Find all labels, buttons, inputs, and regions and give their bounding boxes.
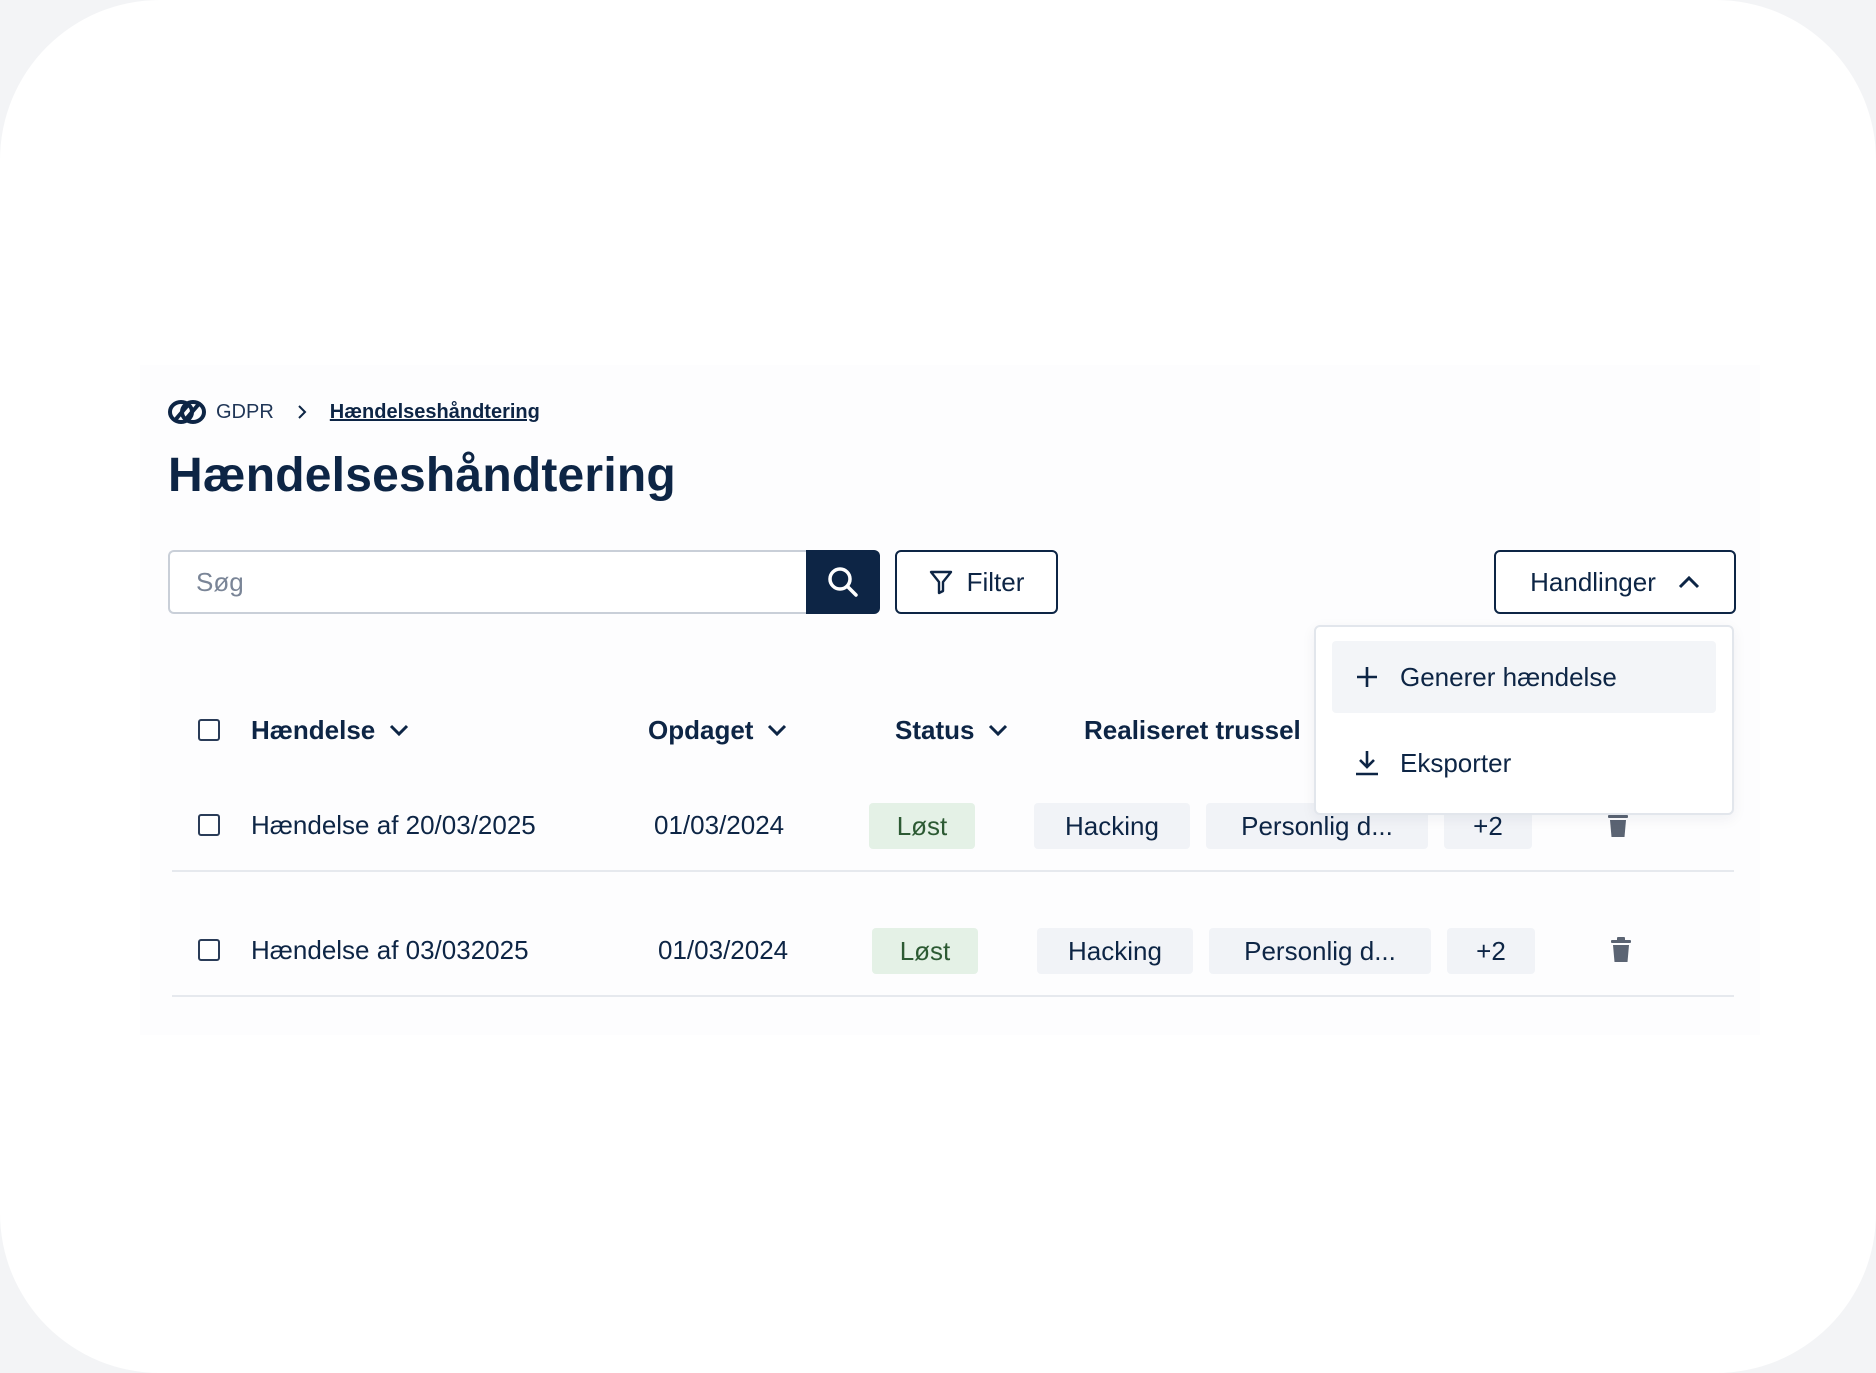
search-input[interactable] [168,550,806,614]
search-icon [826,565,860,599]
gdpr-logo-icon [168,399,206,425]
menu-item-generate-incident[interactable]: Generer hændelse [1332,641,1716,713]
incident-name[interactable]: Hændelse af 20/03/2025 [251,780,536,870]
trash-icon[interactable] [1607,812,1629,838]
select-all-checkbox[interactable] [198,719,220,741]
filter-button[interactable]: Filter [895,550,1058,614]
column-header-opdaget[interactable]: Opdaget [648,700,787,760]
column-header-haendelse[interactable]: Hændelse [251,700,409,760]
row-checkbox[interactable] [198,939,220,961]
status-badge: Løst [872,928,978,974]
more-threats-chip[interactable]: +2 [1447,928,1535,974]
breadcrumb-root-link[interactable]: GDPR [216,401,274,424]
threat-chip: Hacking [1037,928,1193,974]
column-header-status[interactable]: Status [895,700,1008,760]
breadcrumb: GDPR Hændelseshåndtering [168,398,540,426]
actions-dropdown-menu: Generer hændelse Eksporter [1314,625,1734,815]
row-checkbox[interactable] [198,814,220,836]
actions-button-label: Handlinger [1530,566,1656,597]
page-title: Hændelseshåndtering [168,449,676,502]
threat-chip: Hacking [1034,803,1190,849]
funnel-icon [929,569,953,595]
actions-dropdown-button[interactable]: Handlinger [1494,550,1736,614]
app-frame: GDPR Hændelseshåndtering Hændelseshåndte… [0,0,1876,1373]
menu-item-label: Generer hændelse [1400,661,1617,692]
column-header-label: Hændelse [251,714,376,745]
download-icon [1354,749,1380,777]
chevron-right-icon [292,402,312,422]
plus-icon [1354,664,1380,690]
column-header-realiseret-trussel[interactable]: Realiseret trussel [1084,700,1335,760]
trash-icon[interactable] [1610,937,1632,963]
filter-button-label: Filter [966,566,1025,597]
breadcrumb-current-link[interactable]: Hændelseshåndtering [330,401,540,424]
detected-date: 01/03/2024 [654,809,785,840]
chevron-down-icon [389,723,409,737]
chevron-up-icon [1678,575,1700,589]
incident-name[interactable]: Hændelse af 03/032025 [251,905,529,995]
detected-date: 01/03/2024 [658,934,789,965]
column-header-label: Opdaget [648,714,754,745]
search-bar [168,550,880,614]
menu-item-label: Eksporter [1400,747,1512,778]
column-header-label: Realiseret trussel [1084,714,1301,745]
search-button[interactable] [806,550,880,614]
table-row[interactable]: Hændelse af 03/032025 01/03/2024 Løst Ha… [172,905,1734,997]
menu-item-export[interactable]: Eksporter [1332,727,1716,799]
column-header-label: Status [895,714,975,745]
chevron-down-icon [988,723,1008,737]
chevron-down-icon [767,723,787,737]
status-badge: Løst [869,803,975,849]
threat-chip: Personlig d... [1209,928,1431,974]
